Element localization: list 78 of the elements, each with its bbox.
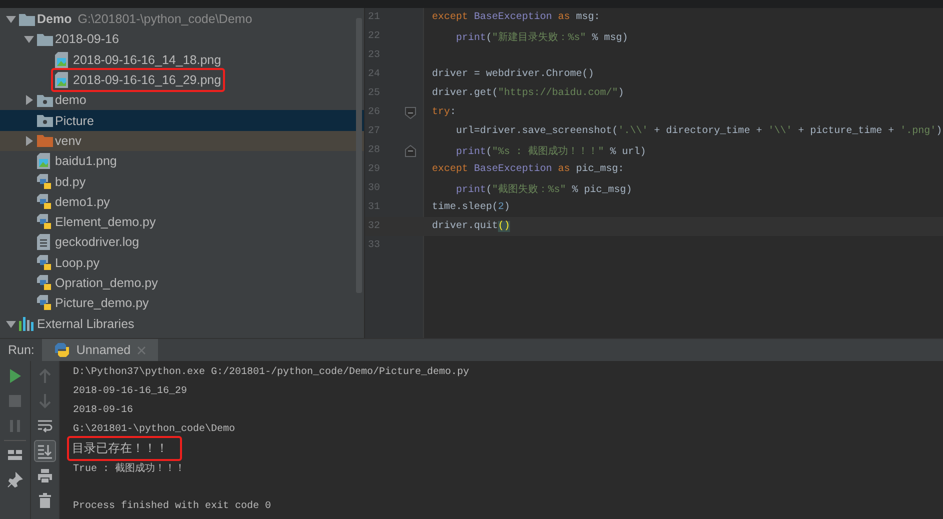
folder-icon — [37, 134, 53, 148]
image-file-icon — [55, 72, 68, 88]
tree-item[interactable]: Demo G:\201801-\python_code\Demo — [0, 9, 364, 30]
code-line: driver = webdriver.Chrome() — [431, 69, 594, 80]
file-name: Opration_demo.py — [55, 276, 158, 290]
tree-item[interactable]: External Libraries — [0, 313, 364, 334]
tree-item[interactable]: venv — [0, 130, 364, 152]
library-icon — [19, 316, 35, 331]
code-line: url=driver.save_screenshot('.\\' + directory_time + '\\' + picture_time + '.png') — [455, 126, 942, 137]
file-name: venv — [55, 134, 82, 148]
tree-item[interactable]: Loop.py — [0, 252, 364, 273]
tree-item[interactable]: 2018-09-16-16_14_18.png — [0, 50, 364, 70]
scrollbar[interactable] — [356, 18, 362, 293]
image-file-icon — [37, 153, 50, 170]
file-name: demo — [55, 93, 86, 108]
tree-item[interactable]: Picture_demo.py — [0, 293, 364, 314]
run-tab[interactable]: Unnamed — [42, 339, 158, 361]
tree-item[interactable]: bd.py — [0, 171, 364, 192]
python-file-icon — [37, 214, 52, 230]
code-line: driver.get("https://baidu.com/") — [431, 88, 624, 99]
file-name: 2018-09-16-16_14_18.png — [73, 52, 222, 67]
file-name: bd.py — [55, 174, 86, 189]
file-name: Demo — [37, 12, 72, 26]
file-name: Picture — [55, 114, 94, 128]
fold-marker-icon[interactable] — [405, 106, 416, 118]
code-line: except BaseException as msg: — [431, 12, 600, 23]
code-line: driver.quit() — [431, 221, 510, 232]
console-output: 目录已存在！！！ — [67, 436, 182, 461]
console-output: 2018-09-16-16_16_29 — [73, 386, 188, 397]
code-line: print("%s : 截图成功！！！" % url) — [455, 144, 646, 158]
python-icon — [54, 342, 70, 358]
folder-icon — [37, 32, 53, 46]
text-file-icon — [37, 234, 50, 250]
tree-item[interactable]: Opration_demo.py — [0, 272, 364, 294]
tree-item[interactable]: 2018-09-16 — [0, 29, 364, 50]
python-file-icon — [37, 275, 52, 291]
expanded-arrow-icon[interactable] — [6, 14, 16, 24]
code-line: print("新建目录失败：%s" % msg) — [455, 30, 628, 44]
code-line: print("截图失败：%s" % pic_msg) — [455, 182, 632, 196]
console-output: True : 截图成功！！！ — [73, 462, 186, 474]
tree-item[interactable]: 2018-09-16-16_16_29.png — [0, 70, 364, 90]
tree-item[interactable]: Element_demo.py — [0, 212, 364, 232]
expanded-arrow-icon[interactable] — [6, 318, 16, 329]
file-name: Element_demo.py — [55, 215, 156, 230]
console-output: Process finished with exit code 0 — [73, 501, 272, 512]
run-label: Run: — [7, 343, 36, 357]
file-name: Loop.py — [55, 256, 100, 270]
console-output: D:\Python37\python.exe G:/201801-/python_code/Demo/Picture_demo.py — [73, 367, 470, 378]
collapsed-arrow-icon[interactable] — [24, 95, 34, 106]
code-line: except BaseException as pic_msg: — [431, 164, 624, 175]
python-file-icon — [37, 254, 52, 271]
file-name: geckodriver.log — [55, 235, 140, 250]
console-output: G:\201801-\python_code\Demo — [73, 424, 236, 435]
image-file-icon — [55, 52, 68, 68]
tree-item[interactable]: geckodriver.log — [0, 232, 364, 253]
package-folder-icon — [37, 114, 53, 128]
file-name: baidu1.png — [55, 154, 117, 168]
expanded-arrow-icon[interactable] — [24, 34, 34, 44]
tree-item[interactable]: baidu1.png — [0, 151, 364, 172]
tree-item[interactable]: demo1.py — [0, 192, 364, 212]
scroll-end-icon[interactable] — [34, 440, 56, 462]
code-line: try: — [431, 107, 456, 118]
file-name: demo1.py — [55, 194, 110, 209]
python-file-icon — [37, 295, 52, 312]
tree-item[interactable]: Picture — [0, 110, 364, 131]
file-name: External Libraries — [37, 316, 134, 331]
file-name: 2018-09-16 — [55, 32, 119, 46]
project-path: G:\201801-\python_code\Demo — [78, 12, 252, 26]
console-output: 2018-09-16 — [73, 405, 134, 416]
package-folder-icon — [37, 94, 53, 107]
collapsed-arrow-icon[interactable] — [24, 136, 34, 146]
code-line: time.sleep(2) — [431, 202, 510, 213]
file-name: 2018-09-16-16_16_29.png — [73, 73, 222, 88]
python-file-icon — [37, 194, 52, 210]
python-file-icon — [37, 174, 52, 190]
tree-item[interactable]: demo — [0, 90, 364, 110]
file-name: Picture_demo.py — [55, 296, 149, 310]
folder-icon — [19, 12, 35, 26]
